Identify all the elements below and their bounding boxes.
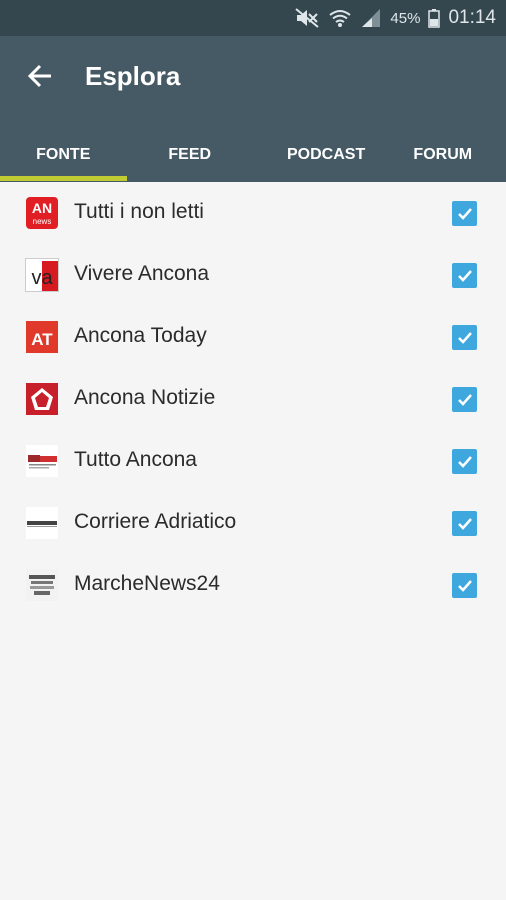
tab-label: FONTE [36,146,91,163]
page-title: Esplora [85,61,181,91]
source-checkbox[interactable] [452,511,477,536]
battery-icon [428,8,441,28]
an-news-logo: AN news [25,196,59,230]
source-row-tutti-i-non-letti[interactable]: AN news Tutti i non letti [0,182,506,244]
tab-forum[interactable]: FORUM [380,128,506,182]
source-label: Ancona Notizie [74,386,216,409]
source-label: Tutti i non letti [74,200,204,223]
wifi-icon [328,8,352,28]
tab-label: PODCAST [287,146,366,163]
signal-icon [360,8,382,28]
source-checkbox[interactable] [452,263,477,288]
tutto-ancona-logo [25,444,59,478]
tab-bar: FONTE FEED PODCAST FORUM [0,128,506,182]
tab-feed[interactable]: FEED [127,128,254,182]
source-row-marchenews24[interactable]: MarcheNews24 [0,554,506,616]
source-label: Vivere Ancona [74,262,210,285]
check-icon [457,455,472,468]
tab-label: FEED [168,146,212,163]
ancona-today-logo: AT [25,320,59,354]
tab-label: FORUM [413,146,473,163]
source-checkbox[interactable] [452,325,477,350]
source-list: AN news Tutti i non letti va Vivere Anco… [0,182,506,616]
tab-indicator [0,176,127,181]
source-checkbox[interactable] [452,201,477,226]
svg-text:AT: AT [31,330,53,349]
vivere-ancona-logo: va [25,258,59,292]
source-row-tutto-ancona[interactable]: Tutto Ancona [0,430,506,492]
arrow-back-icon [27,64,51,88]
source-label: Ancona Today [74,324,207,347]
corriere-adriatico-logo [25,506,59,540]
svg-text:news: news [33,217,52,226]
marchenews24-logo [25,568,59,602]
svg-text:AN: AN [32,200,52,216]
clock: 01:14 [448,7,496,28]
app-bar: Esplora FONTE FEED PODCAST FORUM [0,36,506,182]
source-label: MarcheNews24 [74,572,220,595]
source-label: Tutto Ancona [74,448,197,471]
source-row-corriere-adriatico[interactable]: Corriere Adriatico [0,492,506,554]
tab-fonte[interactable]: FONTE [0,128,127,182]
svg-text:va: va [31,267,53,289]
check-icon [457,331,472,344]
battery-percent: 45% [390,9,421,27]
source-checkbox[interactable] [452,449,477,474]
status-bar: 45% 01:14 [0,0,506,36]
tab-podcast[interactable]: PODCAST [253,128,380,182]
source-row-vivere-ancona[interactable]: va Vivere Ancona [0,244,506,306]
back-button[interactable] [22,58,58,94]
mute-icon [294,8,320,28]
source-row-ancona-notizie[interactable]: Ancona Notizie [0,368,506,430]
source-label: Corriere Adriatico [74,510,237,533]
check-icon [457,393,472,406]
ancona-notizie-logo [25,382,59,416]
source-checkbox[interactable] [452,573,477,598]
source-checkbox[interactable] [452,387,477,412]
check-icon [457,207,472,220]
check-icon [457,269,472,282]
check-icon [457,517,472,530]
check-icon [457,579,472,592]
source-row-ancona-today[interactable]: AT Ancona Today [0,306,506,368]
